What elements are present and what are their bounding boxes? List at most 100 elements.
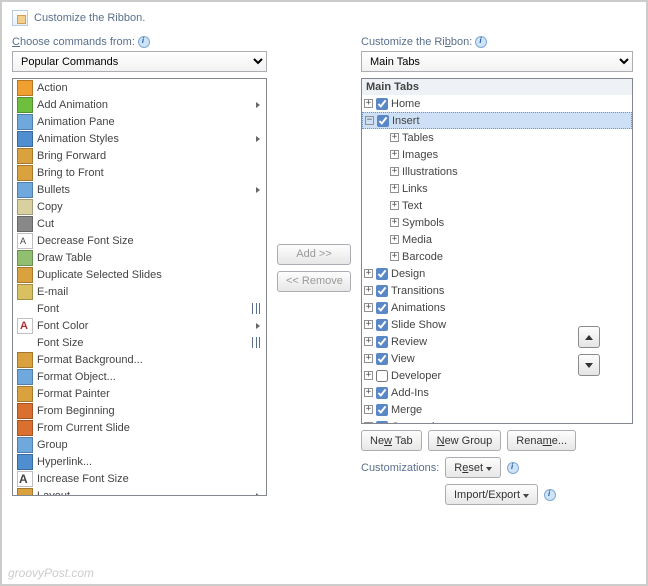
command-item[interactable]: Add Animation	[13, 96, 266, 113]
tab-checkbox[interactable]	[376, 387, 388, 399]
info-icon[interactable]	[138, 36, 150, 48]
expander-icon[interactable]: +	[364, 388, 373, 397]
tab-checkbox[interactable]	[376, 302, 388, 314]
email-icon	[17, 284, 33, 300]
expander-icon[interactable]: −	[365, 116, 374, 125]
import-export-button[interactable]: Import/Export	[445, 484, 538, 505]
tree-item-label: Transitions	[391, 285, 444, 297]
expander-icon[interactable]: +	[364, 303, 373, 312]
tree-tab-item[interactable]: −Insert	[362, 112, 632, 129]
command-item[interactable]: Font Size	[13, 334, 266, 351]
command-item[interactable]: ADecrease Font Size	[13, 232, 266, 249]
tab-checkbox[interactable]	[376, 268, 388, 280]
command-item[interactable]: Copy	[13, 198, 266, 215]
command-item[interactable]: Font	[13, 300, 266, 317]
command-item[interactable]: Layout	[13, 487, 266, 496]
expander-icon[interactable]: +	[364, 422, 373, 424]
new-group-button[interactable]: New Group	[428, 430, 502, 451]
tree-tab-item[interactable]: +Home	[362, 95, 632, 112]
tree-group-item[interactable]: +Tables	[362, 129, 632, 146]
command-item[interactable]: Bring Forward	[13, 147, 266, 164]
command-item[interactable]: Draw Table	[13, 249, 266, 266]
expander-icon[interactable]: +	[364, 269, 373, 278]
customizations-label: Customizations:	[361, 462, 439, 474]
tab-checkbox[interactable]	[377, 115, 389, 127]
ribbon-combo[interactable]: Main Tabs	[361, 51, 633, 72]
move-up-button[interactable]	[578, 326, 600, 348]
add-button[interactable]: Add >>	[277, 244, 351, 265]
expander-icon[interactable]: +	[364, 354, 373, 363]
tree-group-item[interactable]: +Images	[362, 146, 632, 163]
choose-commands-combo[interactable]: Popular Commands	[12, 51, 267, 72]
move-down-button[interactable]	[578, 354, 600, 376]
commands-listbox[interactable]: ActionAdd AnimationAnimation Pane Animati…	[12, 78, 267, 496]
tab-checkbox[interactable]	[376, 336, 388, 348]
command-item[interactable]: E-mail	[13, 283, 266, 300]
command-item[interactable]: From Current Slide	[13, 419, 266, 436]
tree-group-item[interactable]: +Illustrations	[362, 163, 632, 180]
info-icon[interactable]	[544, 489, 556, 501]
expander-icon[interactable]: +	[390, 252, 399, 261]
expander-icon[interactable]: +	[390, 167, 399, 176]
tree-tab-item[interactable]: + Transitions	[362, 282, 632, 299]
group-icon	[17, 437, 33, 453]
command-label: Animation Styles	[37, 133, 119, 145]
layout-icon	[17, 488, 33, 497]
submenu-arrow-icon	[256, 136, 260, 142]
tree-tab-item[interactable]: +Grayscale	[362, 418, 632, 424]
info-icon[interactable]	[507, 462, 519, 474]
expander-icon[interactable]: +	[390, 218, 399, 227]
command-item[interactable]: Bullets	[13, 181, 266, 198]
expander-icon[interactable]: +	[390, 133, 399, 142]
reset-button[interactable]: Reset	[445, 457, 501, 478]
expander-icon[interactable]: +	[390, 235, 399, 244]
expander-icon[interactable]: +	[364, 371, 373, 380]
tree-tab-item[interactable]: +Merge	[362, 401, 632, 418]
expander-icon[interactable]: +	[390, 150, 399, 159]
command-item[interactable]: Animation Pane	[13, 113, 266, 130]
tree-group-item[interactable]: +Links	[362, 180, 632, 197]
tab-checkbox[interactable]	[376, 98, 388, 110]
tree-group-item[interactable]: +Barcode	[362, 248, 632, 265]
tab-checkbox[interactable]	[376, 404, 388, 416]
tree-tab-item[interactable]: +Animations	[362, 299, 632, 316]
command-label: Font Color	[37, 320, 88, 332]
tree-group-item[interactable]: +Symbols	[362, 214, 632, 231]
expander-icon[interactable]: +	[390, 201, 399, 210]
expander-icon[interactable]: +	[364, 99, 373, 108]
bullets-icon	[17, 182, 33, 198]
command-item[interactable]: Hyperlink...	[13, 453, 266, 470]
expander-icon[interactable]: +	[364, 337, 373, 346]
command-item[interactable]: Format Background...	[13, 351, 266, 368]
command-item[interactable]: Duplicate Selected Slides	[13, 266, 266, 283]
command-item[interactable]: Cut	[13, 215, 266, 232]
tab-checkbox[interactable]	[376, 370, 388, 382]
tab-checkbox[interactable]	[376, 319, 388, 331]
customize-ribbon-label: Customize the Ribbon:	[361, 36, 633, 48]
tree-group-item[interactable]: +Media	[362, 231, 632, 248]
command-item[interactable]: Format Object...	[13, 368, 266, 385]
command-item[interactable]: Format Painter	[13, 385, 266, 402]
remove-button[interactable]: << Remove	[277, 271, 351, 292]
command-item[interactable]: From Beginning	[13, 402, 266, 419]
command-item[interactable]: Action	[13, 79, 266, 96]
command-item[interactable]: AIncrease Font Size	[13, 470, 266, 487]
tab-checkbox[interactable]	[376, 421, 388, 425]
blank-icon	[17, 335, 33, 351]
command-item[interactable]: Group	[13, 436, 266, 453]
new-tab-button[interactable]: New Tab	[361, 430, 422, 451]
info-icon[interactable]	[475, 36, 487, 48]
command-item[interactable]: AFont Color	[13, 317, 266, 334]
tree-group-item[interactable]: +Text	[362, 197, 632, 214]
tab-checkbox[interactable]	[376, 285, 388, 297]
tab-checkbox[interactable]	[376, 353, 388, 365]
expander-icon[interactable]: +	[364, 286, 373, 295]
expander-icon[interactable]: +	[364, 320, 373, 329]
rename-button[interactable]: Rename...	[507, 430, 576, 451]
command-item[interactable]: Animation Styles	[13, 130, 266, 147]
expander-icon[interactable]: +	[390, 184, 399, 193]
command-item[interactable]: Bring to Front	[13, 164, 266, 181]
expander-icon[interactable]: +	[364, 405, 373, 414]
tree-tab-item[interactable]: +Add-Ins	[362, 384, 632, 401]
tree-tab-item[interactable]: +Design	[362, 265, 632, 282]
